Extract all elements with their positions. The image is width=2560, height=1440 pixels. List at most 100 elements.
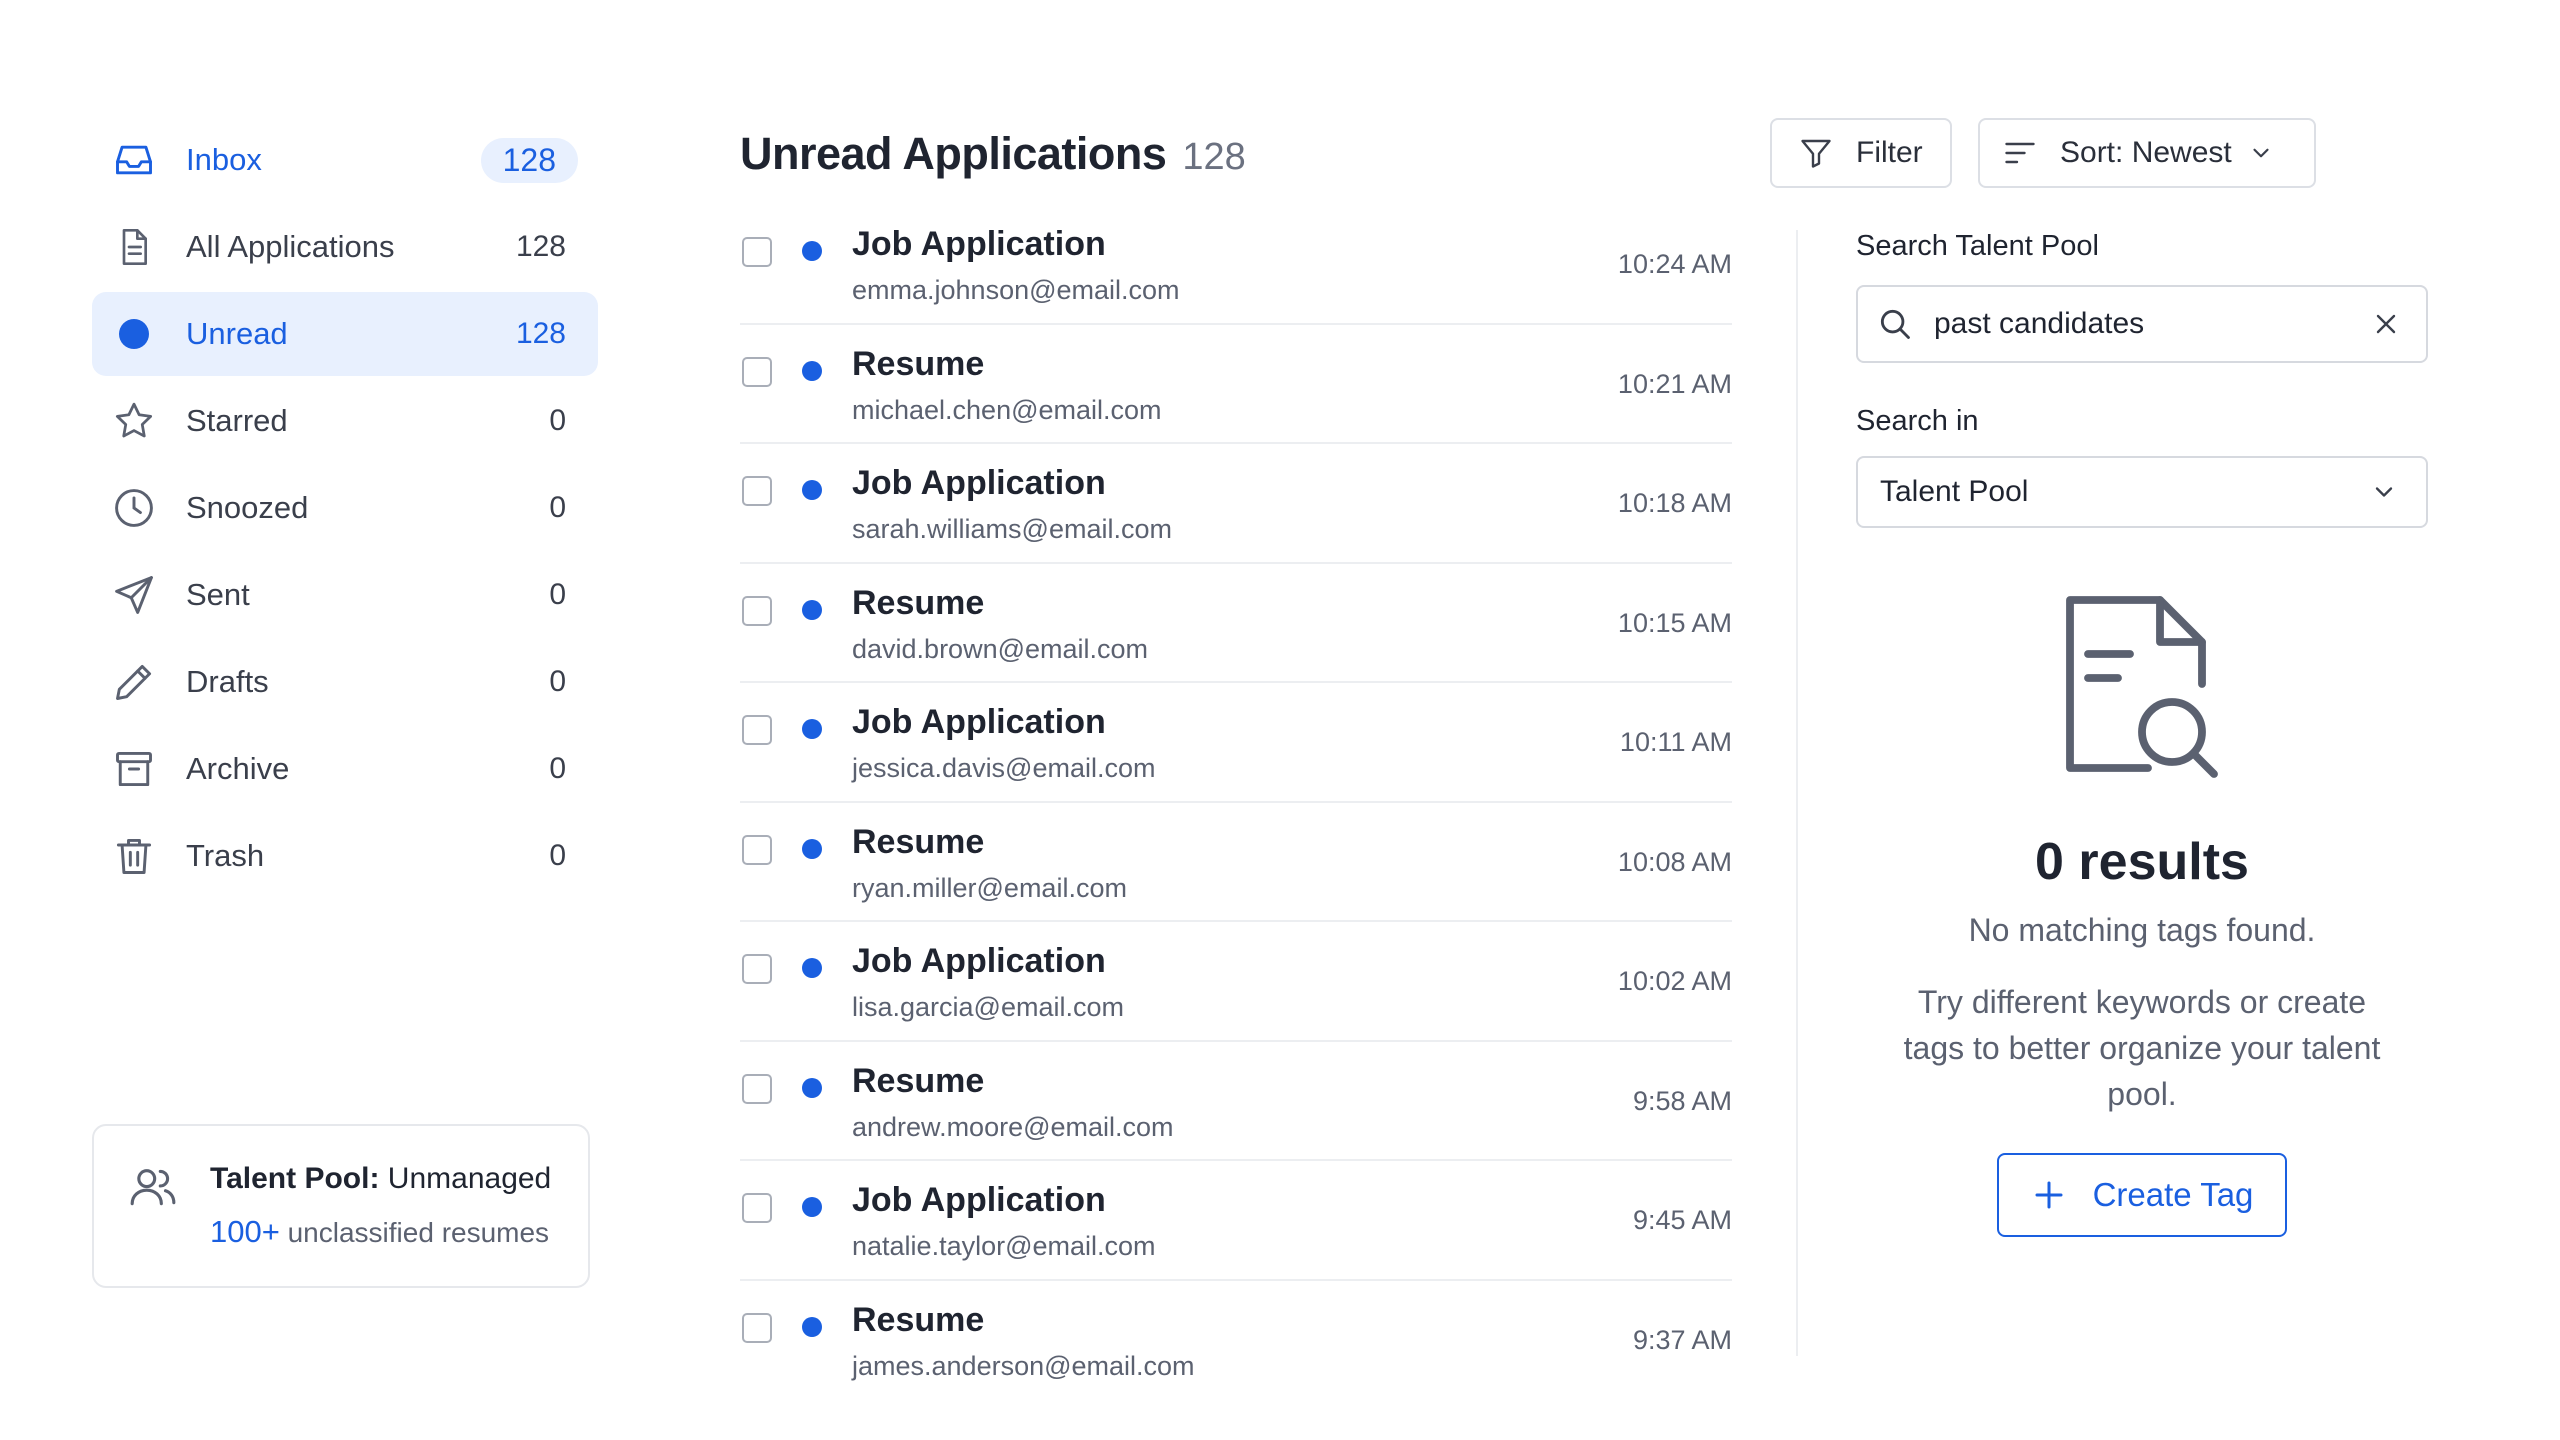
sidebar-item-count: 0 [549, 491, 566, 524]
sort-dropdown-label: Sort: Newest [2060, 136, 2232, 169]
row-sender: ryan.miller@email.com [852, 872, 1127, 903]
application-row[interactable]: Job Application emma.johnson@email.com 10:… [740, 205, 1732, 325]
row-checkbox[interactable] [742, 476, 772, 506]
search-in-value: Talent Pool [1880, 475, 2029, 508]
row-checkbox[interactable] [742, 954, 772, 984]
application-row[interactable]: Resume james.anderson@email.com 9:37 AM [740, 1281, 1732, 1401]
users-icon [128, 1162, 178, 1212]
application-row[interactable]: Job Application lisa.garcia@email.com 10:0… [740, 922, 1732, 1042]
row-subject: Job Application [852, 1181, 1106, 1219]
row-checkbox[interactable] [742, 834, 772, 865]
unread-dot-icon [802, 599, 822, 620]
create-tag-label: Create Tag [2092, 1176, 2254, 1213]
row-time: 10:15 AM [1617, 607, 1732, 638]
page-title-count: 128 [1182, 136, 1246, 178]
filter-button[interactable]: Filter [1770, 118, 1952, 188]
unread-dot-icon [802, 241, 822, 261]
application-row[interactable]: Job Application natalie.taylor@email.com 9… [740, 1161, 1732, 1281]
sidebar-item-label: Sent [186, 577, 250, 612]
sidebar-item-label: Snoozed [186, 490, 309, 525]
application-row[interactable]: Resume michael.chen@email.com 10:21 AM [740, 325, 1732, 444]
star-icon [112, 399, 156, 443]
sidebar-item-trash[interactable]: Trash 0 [92, 814, 598, 898]
sidebar-item-label: Trash [186, 838, 265, 873]
sidebar-item-label: Unread [186, 316, 288, 351]
row-subject: Job Application [852, 942, 1106, 980]
sidebar-item-label: Drafts [186, 664, 269, 699]
row-time: 10:21 AM [1617, 368, 1732, 399]
document-icon [112, 225, 156, 269]
results-message: No matching tags found. [1968, 912, 2316, 948]
application-row[interactable]: Resume ryan.miller@email.com 10:08 AM [740, 803, 1732, 922]
create-tag-button[interactable]: Create Tag [1997, 1153, 2287, 1237]
talent-pool-subtitle: 100+ unclassified resumes [210, 1214, 550, 1249]
sort-icon [2002, 135, 2038, 171]
row-subject: Resume [852, 822, 985, 861]
sidebar: Inbox 128 All Applications 128 Unread 12… [92, 118, 598, 901]
row-time: 10:18 AM [1617, 488, 1732, 518]
sidebar-item-starred[interactable]: Starred 0 [92, 379, 598, 463]
document-search-icon [2052, 588, 2232, 798]
archive-icon [112, 747, 156, 791]
application-row[interactable]: Resume andrew.moore@email.com 9:58 AM [740, 1042, 1732, 1161]
sidebar-item-count: 0 [549, 404, 566, 437]
application-row[interactable]: Job Application sarah.williams@email.com 1… [740, 444, 1732, 564]
search-in-select[interactable]: Talent Pool [1856, 456, 2428, 528]
row-time: 9:58 AM [1632, 1085, 1732, 1116]
sidebar-item-label: Starred [186, 403, 288, 438]
filter-button-label: Filter [1856, 136, 1923, 169]
chevron-down-icon [2370, 478, 2398, 506]
sidebar-item-all-applications[interactable]: All Applications 128 [92, 205, 598, 289]
unread-dot-icon [802, 360, 822, 381]
row-checkbox[interactable] [742, 595, 772, 626]
sidebar-item-count: 0 [549, 578, 566, 611]
row-sender: jessica.davis@email.com [852, 753, 1156, 783]
sidebar-item-snoozed[interactable]: Snoozed 0 [92, 466, 598, 550]
pencil-icon [112, 660, 156, 704]
sidebar-item-archive[interactable]: Archive 0 [92, 727, 598, 811]
sidebar-item-count: 0 [549, 752, 566, 785]
sort-dropdown[interactable]: Sort: Newest [1978, 118, 2316, 188]
row-checkbox[interactable] [742, 1193, 772, 1223]
search-input[interactable] [1934, 307, 2370, 341]
sidebar-item-label: Inbox [186, 142, 262, 177]
application-list: Job Application emma.johnson@email.com 10:… [740, 205, 1732, 1400]
row-sender: natalie.taylor@email.com [852, 1231, 1156, 1261]
row-checkbox[interactable] [742, 1312, 772, 1343]
sidebar-item-inbox[interactable]: Inbox 128 [92, 118, 598, 202]
row-sender: emma.johnson@email.com [852, 275, 1180, 305]
unread-dot-icon [802, 1316, 822, 1337]
inbox-count-badge: 128 [480, 137, 578, 183]
chevron-down-icon [2248, 140, 2274, 166]
clock-icon [112, 486, 156, 530]
search-talent-pool-label: Search Talent Pool [1856, 230, 2099, 262]
trash-icon [112, 834, 156, 878]
sidebar-item-sent[interactable]: Sent 0 [92, 553, 598, 637]
unread-dot-icon [802, 958, 822, 978]
row-checkbox[interactable] [742, 715, 772, 745]
row-checkbox[interactable] [742, 237, 772, 267]
sidebar-item-drafts[interactable]: Drafts 0 [92, 640, 598, 724]
sidebar-item-unread[interactable]: Unread 128 [92, 292, 598, 376]
results-count: 0 results [2035, 833, 2249, 891]
row-subject: Job Application [852, 464, 1106, 502]
row-sender: michael.chen@email.com [852, 394, 1162, 425]
row-subject: Job Application [852, 225, 1106, 263]
row-sender: david.brown@email.com [852, 633, 1149, 664]
application-row[interactable]: Job Application jessica.davis@email.com 10… [740, 683, 1732, 803]
search-icon [1876, 305, 1914, 343]
row-checkbox[interactable] [742, 1073, 772, 1104]
unread-dot-icon [112, 312, 156, 356]
clear-search-icon[interactable] [2370, 308, 2402, 340]
unread-dot-icon [802, 480, 822, 500]
search-box [1856, 285, 2428, 363]
application-row[interactable]: Resume david.brown@email.com 10:15 AM [740, 564, 1732, 683]
row-time: 10:24 AM [1617, 249, 1732, 279]
talent-pool-status-card[interactable]: Talent Pool: Unmanaged 100+ unclassified… [92, 1124, 590, 1288]
row-time: 9:45 AM [1632, 1205, 1732, 1235]
unread-dot-icon [802, 719, 822, 739]
talent-pool-status: Unmanaged [387, 1162, 552, 1195]
row-checkbox[interactable] [742, 356, 772, 387]
sidebar-item-count: 0 [549, 839, 566, 872]
sidebar-item-count: 128 [515, 317, 566, 350]
